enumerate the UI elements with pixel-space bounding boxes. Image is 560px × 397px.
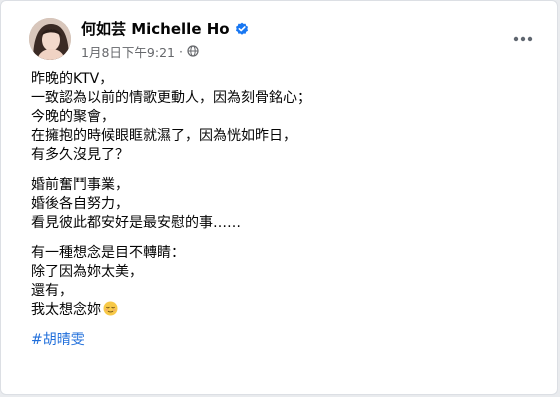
post-line-with-emoji: 我太想念妳 xyxy=(31,301,531,320)
post-body: 昨晚的KTV， 一致認為以前的情歌更動人，因為刻骨銘心； 今晚的聚會， 在擁抱的… xyxy=(31,70,531,350)
post-meta: 1月8日下午9:21 · xyxy=(81,42,199,61)
hashtag-link[interactable]: #胡晴雯 xyxy=(31,331,85,350)
verified-badge-icon xyxy=(235,22,249,36)
post-paragraph-1: 昨晚的KTV， 一致認為以前的情歌更動人，因為刻骨銘心； 今晚的聚會， 在擁抱的… xyxy=(31,70,531,165)
post-line: 一致認為以前的情歌更動人，因為刻骨銘心； xyxy=(31,90,311,106)
post-timestamp[interactable]: 1月8日下午9:21 xyxy=(81,42,175,61)
post-paragraph-3: 有一種想念是目不轉睛： 除了因為妳太美， 還有， 我太想念妳 xyxy=(31,244,531,320)
post-line: 除了因為妳太美， xyxy=(31,264,143,280)
meta-separator: · xyxy=(178,43,183,59)
post-line: 昨晚的KTV， xyxy=(31,71,114,87)
post-line: 今晚的聚會， xyxy=(31,109,115,125)
post-line: 有一種想念是目不轉睛： xyxy=(31,245,185,261)
post-card: 何如芸 Michelle Ho 1月8日下午9:21 · 昨晚的KTV， 一致認… xyxy=(0,0,558,395)
avatar-image xyxy=(29,18,71,60)
post-line: 看見彼此都安好是最安慰的事…… xyxy=(31,215,241,231)
post-line: 在擁抱的時候眼眶就濕了，因為恍如昨日， xyxy=(31,128,297,144)
post-line: 有多久沒見了？ xyxy=(31,147,129,163)
relieved-face-emoji xyxy=(103,301,118,316)
post-line: 還有， xyxy=(31,283,73,299)
post-line: 我太想念妳 xyxy=(31,302,101,318)
profile-avatar[interactable] xyxy=(29,18,71,60)
globe-icon[interactable] xyxy=(187,45,199,57)
post-line: 婚前奮鬥事業， xyxy=(31,177,129,193)
more-options-button[interactable] xyxy=(510,28,536,50)
author-row: 何如芸 Michelle Ho xyxy=(81,19,249,39)
author-name[interactable]: 何如芸 Michelle Ho xyxy=(81,19,230,39)
more-horizontal-icon xyxy=(513,36,533,42)
post-paragraph-2: 婚前奮鬥事業， 婚後各自努力， 看見彼此都安好是最安慰的事…… xyxy=(31,176,531,233)
post-line: 婚後各自努力， xyxy=(31,196,129,212)
